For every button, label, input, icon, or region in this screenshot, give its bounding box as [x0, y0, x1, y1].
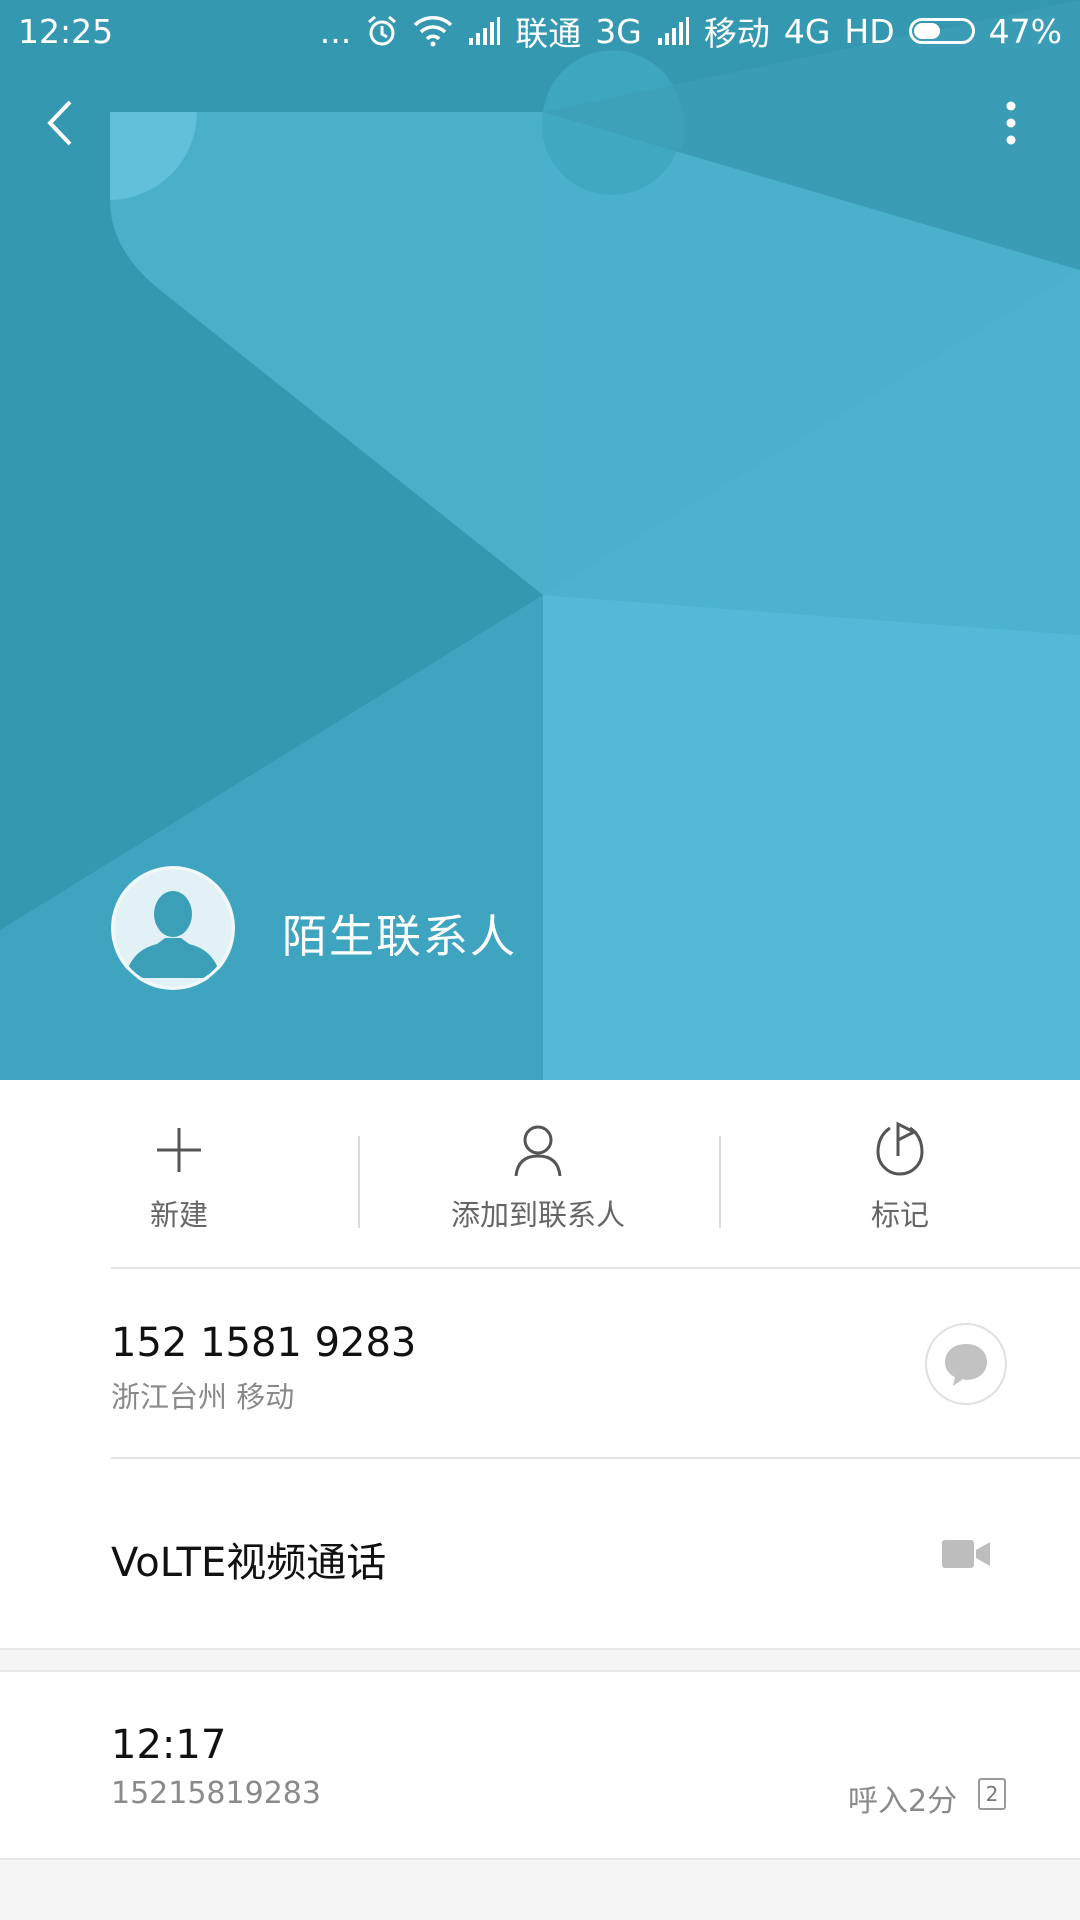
carrier2-label: 移动 [703, 14, 770, 53]
new-contact-button[interactable]: 新建 [79, 1080, 279, 1268]
chevron-left-icon [47, 100, 72, 146]
sim-badge: 2 [978, 1778, 1006, 1810]
network1-label: 3G [595, 11, 642, 51]
mark-button[interactable]: 标记 [800, 1080, 1000, 1268]
divider [111, 1457, 1080, 1459]
new-contact-label: 新建 [149, 1198, 208, 1232]
mark-label: 标记 [870, 1198, 929, 1232]
plus-icon [157, 1128, 201, 1172]
bottom-separator [0, 1858, 1080, 1920]
status-dots: ... [319, 11, 352, 51]
person-icon [514, 1125, 562, 1177]
phone-number: 152 1581 9283 [111, 1320, 417, 1366]
flag-icon [876, 1121, 924, 1176]
alarm-icon [365, 14, 399, 48]
carrier1-label: 联通 [515, 14, 582, 53]
battery-percent: 47% [988, 11, 1062, 51]
add-to-contacts-button[interactable]: 添加到联系人 [418, 1080, 658, 1268]
call-type: 呼入2分 [848, 1784, 958, 1819]
action-bar: 新建 添加到联系人 标记 [0, 1080, 1080, 1268]
message-button[interactable] [925, 1323, 1007, 1405]
network2-label: 4G [783, 11, 831, 51]
call-number: 15215819283 [111, 1776, 321, 1811]
wifi-icon [413, 15, 453, 47]
avatar [111, 866, 235, 990]
volte-label: VoLTE视频通话 [111, 1540, 387, 1586]
more-vert-icon [1006, 101, 1016, 145]
person-silhouette-icon [111, 866, 235, 990]
action-divider-2 [719, 1136, 721, 1228]
phone-location: 浙江台州 移动 [111, 1380, 295, 1414]
divider [111, 1267, 1080, 1269]
add-to-contacts-label: 添加到联系人 [450, 1198, 625, 1232]
battery-icon [908, 18, 975, 44]
status-bar: 12:25 ... 联通 3G 移动 4G HD 47% [0, 0, 1080, 62]
status-time: 12:25 [18, 11, 114, 51]
section-separator [0, 1648, 1080, 1672]
video-call-button[interactable] [940, 1530, 992, 1578]
signal-icon-1 [467, 16, 501, 46]
contact-name: 陌生联系人 [282, 910, 518, 963]
contact-header: 12:25 ... 联通 3G 移动 4G HD 47% 陌生联系人 [0, 0, 1080, 1080]
action-divider-1 [358, 1136, 360, 1228]
call-time: 12:17 [111, 1722, 227, 1768]
hd-label: HD [844, 11, 895, 51]
back-button[interactable] [38, 96, 82, 150]
signal-icon-2 [656, 16, 690, 46]
message-bubble-icon [945, 1344, 987, 1386]
more-menu-button[interactable] [990, 96, 1024, 156]
video-camera-icon [942, 1540, 990, 1568]
